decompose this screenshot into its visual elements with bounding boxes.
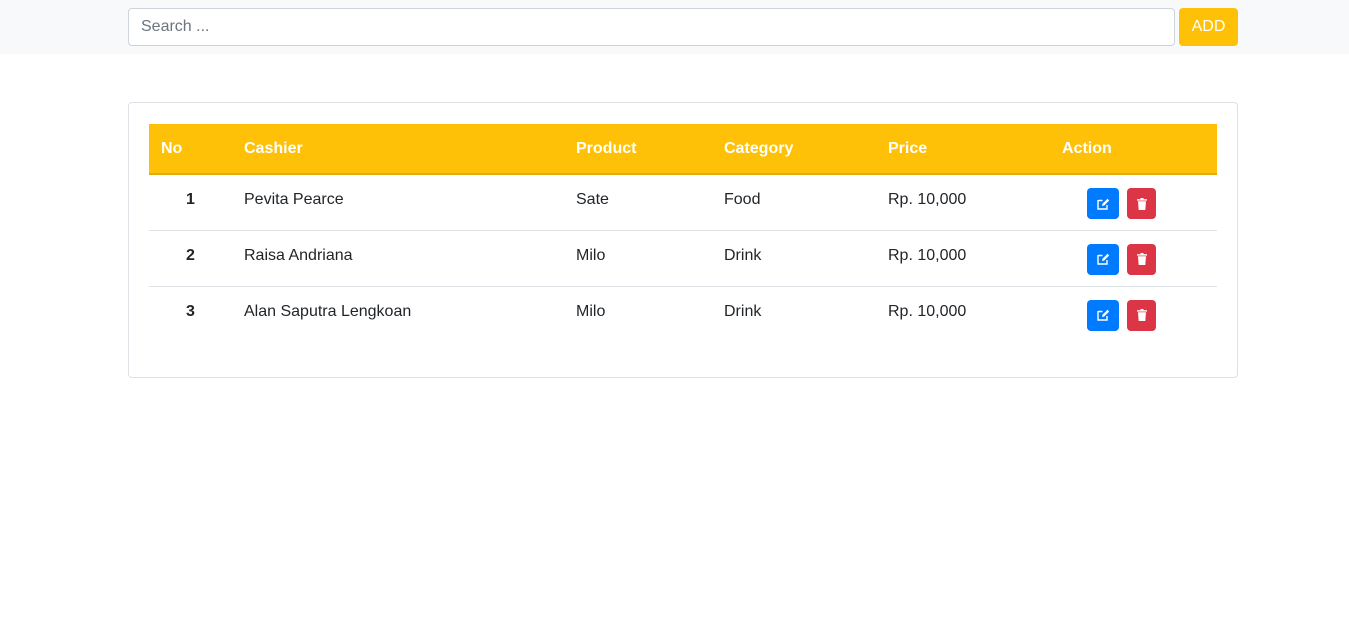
header-product: Product xyxy=(564,124,712,175)
search-input[interactable] xyxy=(128,8,1175,46)
cell-cashier: Alan Saputra Lengkoan xyxy=(232,285,564,342)
cell-cashier: Pevita Pearce xyxy=(244,191,344,208)
delete-button[interactable] xyxy=(1127,299,1156,331)
cell-price: Rp. 10,000 xyxy=(888,191,967,208)
edit-button[interactable] xyxy=(1087,243,1119,275)
cell-category: Drink xyxy=(712,229,876,286)
delete-button[interactable] xyxy=(1127,188,1156,219)
cell-no: 2 xyxy=(149,229,232,286)
trash-icon xyxy=(1136,197,1147,210)
add-button[interactable]: ADD xyxy=(1179,8,1238,46)
cell-price: Rp. 10,000 xyxy=(876,285,1050,342)
cell-product: Milo xyxy=(564,229,712,286)
cell-action xyxy=(1050,229,1217,286)
trash-icon xyxy=(1136,253,1147,265)
cell-action xyxy=(1050,174,1217,230)
cell-category: Drink xyxy=(712,285,876,342)
cell-cashier: Raisa Andriana xyxy=(232,229,564,286)
cell-no: 3 xyxy=(149,285,232,342)
edit-icon xyxy=(1096,309,1109,321)
table-row: 1 Pevita Pearce Sate Food Rp. 10,000 xyxy=(149,174,1217,230)
header-category: Category xyxy=(712,124,876,175)
table-row: 3 Alan Saputra Lengkoan Milo Drink Rp. 1… xyxy=(149,285,1217,342)
cell-product: Milo xyxy=(564,285,712,342)
header-cashier: Cashier xyxy=(232,124,564,175)
cell-no: 1 xyxy=(186,191,195,208)
trash-icon xyxy=(1136,309,1147,321)
top-bar: ADD xyxy=(0,0,1349,54)
edit-button[interactable] xyxy=(1087,299,1119,331)
header-price: Price xyxy=(876,124,1050,175)
transactions-table: No Cashier Product Category Price Action… xyxy=(149,124,1217,342)
edit-button[interactable] xyxy=(1087,188,1119,219)
edit-icon xyxy=(1096,253,1109,265)
cell-action xyxy=(1050,285,1217,342)
edit-icon xyxy=(1096,198,1109,210)
table-row: 2 Raisa Andriana Milo Drink Rp. 10,000 xyxy=(149,229,1217,286)
delete-button[interactable] xyxy=(1127,243,1156,275)
data-card: No Cashier Product Category Price Action… xyxy=(128,102,1238,378)
cell-category: Food xyxy=(724,191,761,208)
cell-price: Rp. 10,000 xyxy=(876,229,1050,286)
table-header-row: No Cashier Product Category Price Action xyxy=(149,124,1217,175)
cell-product: Sate xyxy=(576,191,609,208)
header-action: Action xyxy=(1050,124,1217,175)
header-no: No xyxy=(149,124,232,175)
